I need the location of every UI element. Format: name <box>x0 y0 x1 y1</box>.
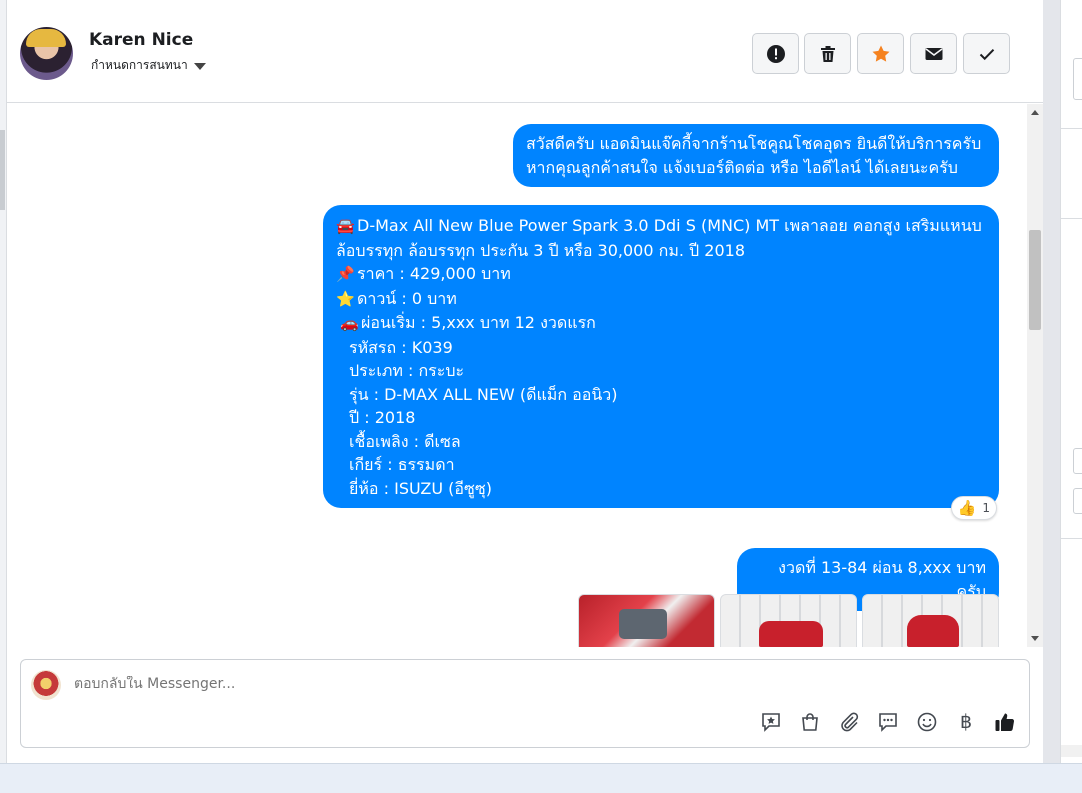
listing-gear: เกียร์ : ธรรมดา <box>349 455 455 474</box>
alert-icon <box>766 44 785 63</box>
listing-price: ราคา : 429,000 บาท <box>357 264 511 283</box>
listing-price-line: 📌 ราคา : 429,000 บาท <box>336 262 986 287</box>
smiley-icon <box>917 712 937 732</box>
scroll-down-arrow-icon[interactable] <box>1031 636 1039 641</box>
listing-type: ประเภท : กระบะ <box>349 361 465 380</box>
car-engine-photo[interactable] <box>578 594 715 647</box>
contact-name[interactable]: Karen Nice <box>89 30 193 50</box>
star-button[interactable] <box>857 33 904 74</box>
attach-file-button[interactable] <box>837 710 861 734</box>
composer-toolbar: ฿ <box>759 710 1017 734</box>
scroll-up-arrow-icon[interactable] <box>1031 110 1039 115</box>
reply-composer: ฿ <box>20 659 1030 748</box>
scroll-thumb[interactable] <box>1029 230 1041 330</box>
listing-year: ปี : 2018 <box>349 408 416 427</box>
listing-down: ดาวน์ : 0 บาท <box>357 288 457 308</box>
quick-reply-button[interactable] <box>876 710 900 734</box>
saved-replies-button[interactable] <box>759 710 783 734</box>
car-rear-photo[interactable] <box>720 594 857 647</box>
conversation-panel: Karen Nice กำหนดการสนทนา สวัสดีครับ แอดม… <box>7 0 1043 763</box>
left-edge-marker <box>0 130 5 210</box>
car-emoji-icon: 🚘 <box>336 217 355 235</box>
listing-code: รหัสรถ : K039 <box>349 337 453 357</box>
car-front-photo[interactable] <box>862 594 999 647</box>
message-text: สวัสดีครับ แอดมินแจ๊คกี้จากร้านโชคูณโชคอ… <box>526 134 982 153</box>
star-icon <box>872 45 889 62</box>
left-edge-strip <box>0 0 7 763</box>
thumbs-up-reaction-icon: 👍 <box>957 499 977 517</box>
window-bottom-bar <box>0 763 1082 793</box>
message-bubble-listing[interactable]: 🚘 D-Max All New Blue Power Spark 3.0 Ddi … <box>323 205 999 508</box>
sidebar-horizontal-scrollbar[interactable] <box>1061 745 1082 757</box>
baht-currency-icon: ฿ <box>959 711 973 733</box>
caret-down-icon <box>193 63 206 70</box>
reaction-badge[interactable]: 👍 1 <box>950 496 997 520</box>
listing-fuel: เชื้อเพลิง : ดีเซล <box>349 431 461 451</box>
emoji-button[interactable] <box>915 710 939 734</box>
payment-button[interactable]: ฿ <box>954 710 978 734</box>
reaction-count: 1 <box>982 501 990 515</box>
conversation-header: Karen Nice กำหนดการสนทนา <box>7 0 1043 103</box>
saved-reply-icon <box>762 713 780 732</box>
listing-down-line: ⭐ ดาวน์ : 0 บาท <box>336 287 986 312</box>
star-emoji-icon: ⭐ <box>336 289 355 308</box>
message-bubble-greeting[interactable]: สวัสดีครับ แอดมินแจ๊คกี้จากร้านโชคูณโชคอ… <box>513 124 999 187</box>
spam-button[interactable] <box>752 33 799 74</box>
page-avatar <box>31 670 61 700</box>
listing-installment: ผ่อนเริ่ม : 5,xxx บาท 12 งวดแรก <box>361 313 596 332</box>
sidebar-field[interactable] <box>1073 448 1082 474</box>
listing-model: รุ่น : D-MAX ALL NEW (ดีแม็ก ออนิว) <box>349 384 618 404</box>
customer-details-sidebar <box>1060 0 1082 763</box>
sidebar-field[interactable] <box>1073 488 1082 514</box>
thumbs-up-icon <box>995 713 1015 732</box>
speech-bubble-dots-icon <box>879 713 897 732</box>
envelope-icon <box>925 47 942 60</box>
mark-unread-button[interactable] <box>910 33 957 74</box>
pin-emoji-icon: 📌 <box>336 265 355 283</box>
shop-button[interactable] <box>798 710 822 734</box>
listing-brand: ยี่ห้อ : ISUZU (อีซูซุ) <box>349 478 492 498</box>
paperclip-icon <box>841 712 859 732</box>
sidebar-field[interactable] <box>1073 58 1082 100</box>
shopping-bag-icon <box>802 713 818 731</box>
listing-installment-line: 🚗 ผ่อนเริ่ม : 5,xxx บาท 12 งวดแรก <box>336 311 986 336</box>
assign-conversation-label: กำหนดการสนทนา <box>91 58 188 72</box>
done-button[interactable] <box>963 33 1010 74</box>
delete-button[interactable] <box>804 33 851 74</box>
thread-scrollbar[interactable] <box>1027 104 1043 647</box>
image-attachments <box>578 594 999 647</box>
check-icon <box>979 48 994 60</box>
send-like-button[interactable] <box>993 710 1017 734</box>
assign-conversation-dropdown[interactable]: กำหนดการสนทนา <box>91 56 206 75</box>
message-thread[interactable]: สวัสดีครับ แอดมินแจ๊คกี้จากร้านโชคูณโชคอ… <box>7 104 1027 647</box>
reply-input[interactable] <box>74 676 674 692</box>
contact-avatar[interactable] <box>20 27 73 80</box>
car-front-emoji-icon: 🚗 <box>340 314 359 332</box>
trash-icon <box>820 45 835 62</box>
listing-title-line: 🚘 D-Max All New Blue Power Spark 3.0 Ddi … <box>336 214 986 262</box>
message-text: หากคุณลูกค้าสนใจ แจ้งเบอร์ติดต่อ หรือ ไอ… <box>526 157 958 177</box>
listing-title: D-Max All New Blue Power Spark 3.0 Ddi S… <box>336 216 982 260</box>
